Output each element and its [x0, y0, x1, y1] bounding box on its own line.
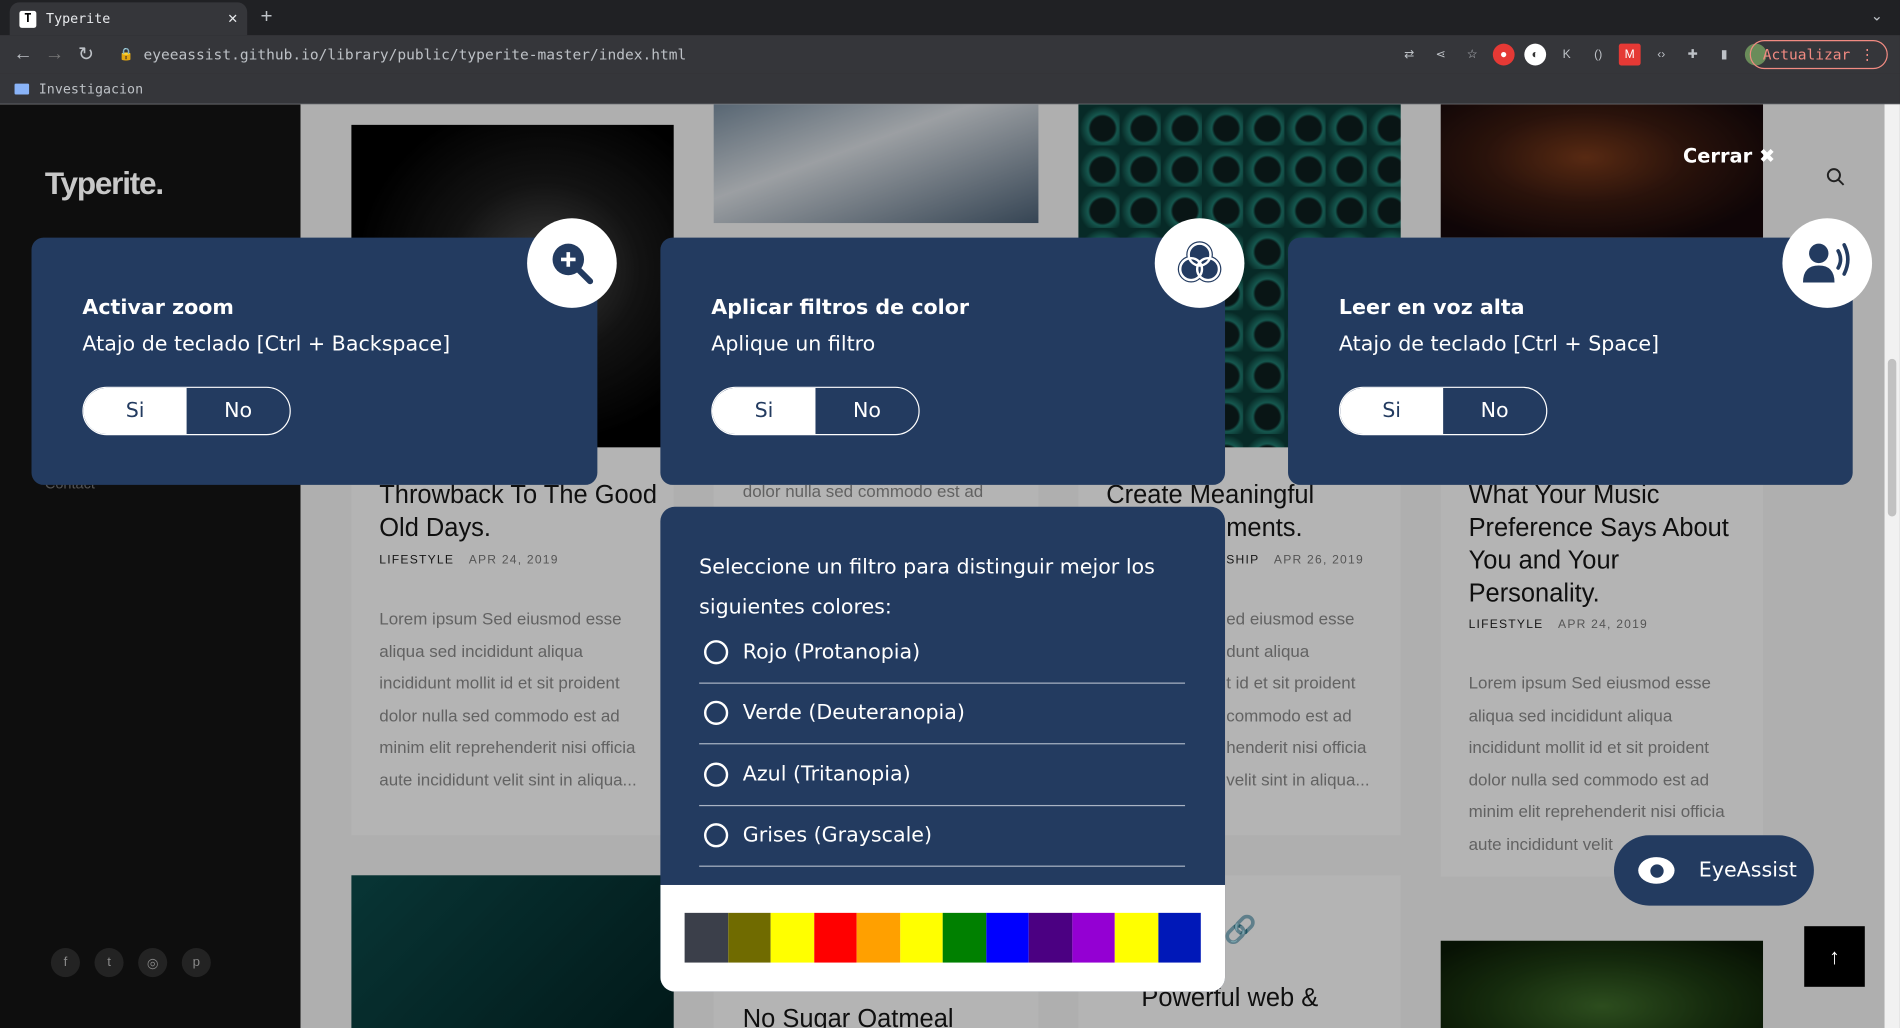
filter-selection-panel: Seleccione un filtro para distinguir mej… — [660, 506, 1226, 992]
extension-code-icon[interactable]: () — [1587, 44, 1609, 66]
filter-yes-button[interactable]: Si — [712, 387, 816, 435]
zoom-toggle: Si No — [82, 386, 291, 436]
radio-icon[interactable] — [703, 640, 729, 665]
tab-favicon: T — [19, 10, 37, 28]
tab-title: Typerite — [46, 10, 111, 27]
url-text: eyeeassist.github.io/library/public/type… — [143, 46, 687, 64]
zoom-no-button[interactable]: No — [187, 388, 290, 434]
radio-icon[interactable] — [703, 700, 729, 725]
zoom-in-icon — [527, 218, 617, 308]
close-eyeassist-button[interactable]: Cerrar ✖ — [1683, 144, 1775, 167]
extension-white-icon[interactable]: ◐ — [1524, 43, 1547, 66]
option-label: Azul (Tritanopia) — [742, 762, 911, 787]
color-swatch — [813, 912, 857, 963]
update-label: Actualizar — [1762, 46, 1851, 64]
radio-icon[interactable] — [703, 823, 729, 848]
radio-icon[interactable] — [703, 762, 729, 787]
pinterest-icon[interactable]: p — [181, 948, 211, 978]
puzzle-icon[interactable]: ✚ — [1682, 44, 1704, 66]
option-label: Rojo (Protanopia) — [742, 640, 921, 665]
option-label: Grises (Grayscale) — [742, 823, 933, 848]
scrollbar-thumb[interactable] — [1887, 358, 1897, 517]
extension-dev-icon[interactable]: ‹› — [1650, 44, 1672, 66]
new-tab-icon[interactable]: + — [261, 5, 273, 29]
browser-toolbar: ← → ↻ 🔒 eyeeassist.github.io/library/pub… — [0, 35, 1900, 74]
filter-option-tritanopia[interactable]: Azul (Tritanopia) — [699, 744, 1186, 807]
color-swatch — [899, 912, 943, 963]
color-swatch — [770, 912, 814, 963]
color-swatch — [985, 912, 1029, 963]
eyeassist-launcher-button[interactable]: EyeAssist — [1613, 835, 1814, 906]
page-scrollbar[interactable] — [1884, 104, 1900, 1028]
color-swatch — [1114, 912, 1158, 963]
panel-title: Activar zoom — [82, 295, 234, 321]
color-swatch — [684, 912, 728, 963]
extensions-area: ⇄ ⋖ ☆ ● ◐ K () M ‹› ✚ ▮ — [1398, 35, 1767, 74]
twitter-icon[interactable]: t — [94, 948, 124, 978]
extension-m-icon[interactable]: M — [1618, 43, 1641, 66]
color-swatch — [1071, 912, 1115, 963]
extension-red-icon[interactable]: ● — [1492, 43, 1515, 66]
color-swatch — [727, 912, 771, 963]
filter-option-grayscale[interactable]: Grises (Grayscale) — [699, 805, 1186, 867]
translate-icon[interactable]: ⇄ — [1398, 44, 1420, 66]
color-swatches — [684, 912, 1201, 963]
color-swatch — [1157, 912, 1201, 963]
share-icon[interactable]: ⋖ — [1430, 44, 1452, 66]
color-swatch — [856, 912, 900, 963]
color-filter-panel: Aplicar filtros de color Aplique un filt… — [660, 237, 1226, 485]
speaker-icon — [1782, 218, 1873, 308]
zoom-yes-button[interactable]: Si — [83, 387, 187, 435]
option-label: Verde (Deuteranopia) — [742, 700, 965, 725]
browser-chrome: T Typerite ✕ + ⌄ ← → ↻ 🔒 eyeeassist.gith… — [0, 0, 1900, 105]
read-aloud-yes-button[interactable]: Si — [1340, 387, 1444, 435]
forward-icon[interactable]: → — [39, 44, 71, 66]
browser-tab[interactable]: T Typerite ✕ — [9, 2, 248, 36]
menu-dots-icon: ⋮ — [1859, 46, 1875, 64]
facebook-icon[interactable]: f — [50, 948, 80, 978]
eye-icon — [1638, 857, 1675, 884]
color-filter-icon — [1154, 218, 1245, 308]
dribbble-icon[interactable]: ◎ — [138, 948, 168, 978]
color-swatch-bar — [660, 884, 1226, 992]
zoom-panel: Activar zoom Atajo de teclado [Ctrl + Ba… — [31, 237, 598, 485]
panel-subtitle: Atajo de teclado [Ctrl + Space] — [1338, 332, 1660, 357]
back-to-top-button[interactable]: ↑ — [1804, 926, 1865, 987]
read-aloud-panel: Leer en voz alta Atajo de teclado [Ctrl … — [1288, 237, 1853, 485]
filter-option-deuteranopia[interactable]: Verde (Deuteranopia) — [699, 683, 1186, 745]
filter-intro-text: Seleccione un filtro para distinguir mej… — [699, 555, 1155, 620]
panel-title: Leer en voz alta — [1338, 295, 1525, 321]
panel-subtitle: Atajo de teclado [Ctrl + Backspace] — [82, 332, 451, 357]
tab-strip: T Typerite ✕ + ⌄ — [0, 0, 1900, 36]
read-aloud-no-button[interactable]: No — [1443, 388, 1546, 434]
filter-toggle: Si No — [711, 386, 920, 436]
bookmarks-bar: Investigacion — [0, 73, 1900, 105]
reload-icon[interactable]: ↻ — [70, 42, 102, 66]
color-swatch — [942, 912, 986, 963]
color-swatch — [1028, 912, 1072, 963]
bookmark-investigacion[interactable]: Investigacion — [39, 81, 143, 97]
back-icon[interactable]: ← — [7, 44, 39, 66]
panel-subtitle: Aplique un filtro — [711, 332, 876, 357]
bookmark-star-icon[interactable]: ☆ — [1461, 44, 1483, 66]
lock-icon: 🔒 — [118, 47, 134, 62]
panel-title: Aplicar filtros de color — [711, 295, 970, 321]
tab-search-chevron-icon[interactable]: ⌄ — [1871, 7, 1883, 24]
launcher-label: EyeAssist — [1698, 858, 1797, 883]
update-button[interactable]: Actualizar ⋮ — [1749, 40, 1888, 70]
folder-icon — [14, 83, 30, 94]
extension-k-icon[interactable]: K — [1556, 44, 1578, 66]
address-bar[interactable]: 🔒 eyeeassist.github.io/library/public/ty… — [119, 46, 687, 63]
site-logo[interactable]: Typerite. — [45, 165, 164, 203]
search-icon[interactable] — [1826, 167, 1845, 192]
social-links: f t ◎ p — [50, 948, 211, 978]
sidepanel-icon[interactable]: ▮ — [1713, 44, 1735, 66]
filter-option-protanopia[interactable]: Rojo (Protanopia) — [699, 622, 1186, 684]
filter-no-button[interactable]: No — [815, 388, 918, 434]
close-tab-icon[interactable]: ✕ — [228, 10, 237, 28]
read-aloud-toggle: Si No — [1338, 386, 1548, 436]
close-label: Cerrar — [1683, 144, 1753, 168]
